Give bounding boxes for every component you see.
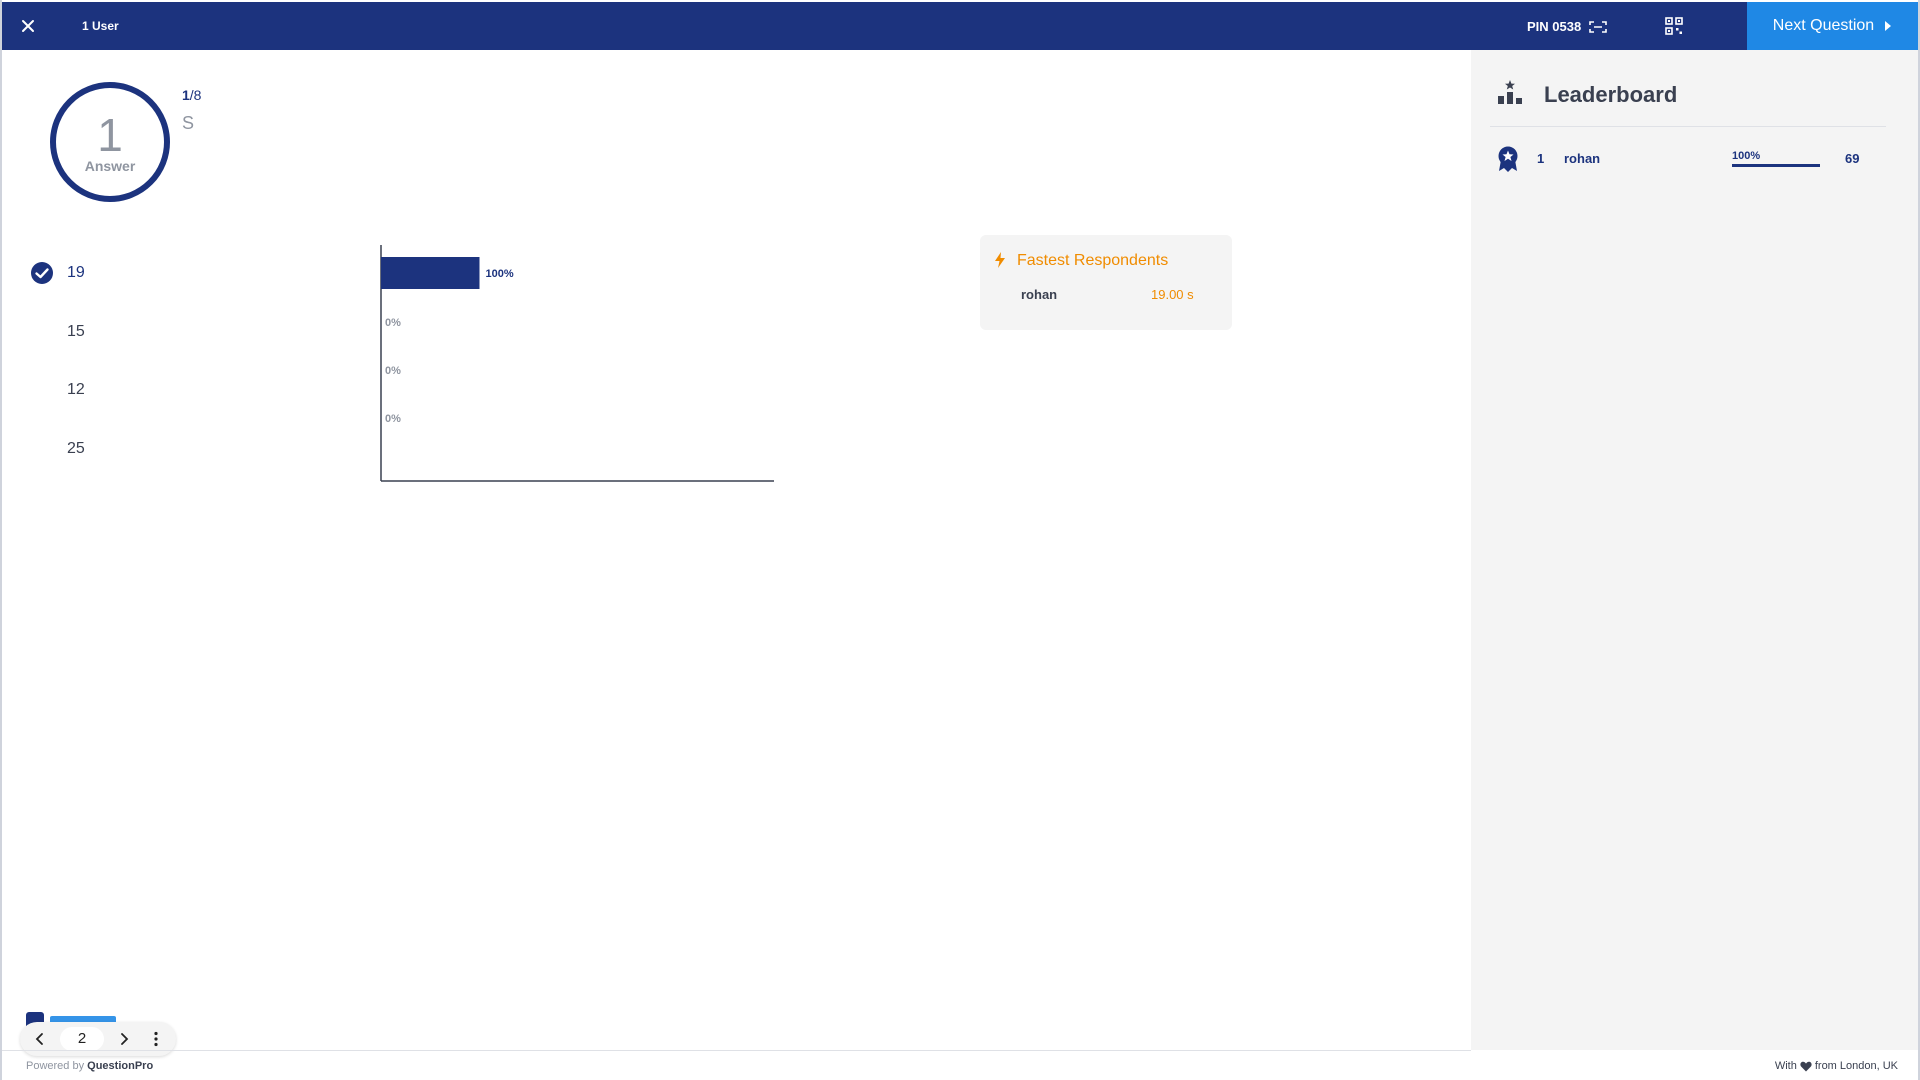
leaderboard-percent: 100% (1732, 150, 1761, 162)
fullscreen-icon[interactable] (1589, 20, 1608, 33)
next-question-label: Next Question (1772, 17, 1875, 34)
powered-prefix: Powered by (26, 1060, 88, 1072)
leaderboard-progress-bar (1732, 164, 1820, 167)
answer-count-ring: 1 Answer (50, 82, 170, 202)
chart-bar-value-label: 0% (385, 317, 401, 329)
question-counter: 1/8 (182, 87, 201, 103)
pin-label: PIN 0538 (1527, 19, 1582, 34)
more-vertical-icon[interactable] (146, 1029, 166, 1049)
heart-icon (1800, 1061, 1812, 1071)
option-label: 25 (67, 440, 85, 457)
chart-bar-value-label: 100% (486, 268, 514, 280)
podium-icon (1498, 80, 1522, 104)
powered-brand: QuestionPro (87, 1060, 154, 1072)
leaderboard-rank: 1 (1537, 151, 1545, 166)
chart-bar-value-label: 0% (385, 413, 401, 425)
leaderboard-panel (1471, 50, 1918, 1050)
caret-right-icon (1885, 21, 1892, 31)
respondent-name: rohan (1021, 287, 1058, 302)
correct-check-icon (31, 262, 53, 284)
top-bar: 1 User PIN 0538 Next Question (2, 2, 1918, 50)
fastest-respondents-card: Fastest Respondents rohan 19.00 s (980, 235, 1232, 330)
next-question-button[interactable]: Next Question (1747, 2, 1918, 50)
leaderboard-name: rohan (1564, 151, 1601, 166)
response-bar-chart: 100% 0% 0% 0% (380, 245, 774, 482)
chevron-left-icon[interactable] (30, 1029, 50, 1049)
close-icon[interactable] (16, 14, 40, 38)
made-with-love: With from London, UK (1775, 1060, 1898, 1072)
option-label: 19 (67, 264, 85, 281)
footer-divider (2, 1050, 1471, 1051)
option-row: 15 (30, 317, 230, 347)
qr-code-icon[interactable] (1664, 16, 1684, 36)
leaderboard-divider (1490, 126, 1886, 127)
option-row: 25 (30, 434, 230, 464)
pin-display[interactable]: PIN 0538 (1527, 19, 1608, 34)
fastest-respondents-title: Fastest Respondents (1017, 252, 1169, 269)
chevron-right-icon[interactable] (114, 1029, 134, 1049)
leaderboard-title: Leaderboard (1544, 82, 1678, 107)
leaderboard-score: 69 (1845, 151, 1860, 166)
question-text: S (182, 113, 195, 133)
respondent-time: 19.00 s (1151, 287, 1194, 302)
leaderboard-row: 1 rohan 100% 69 (1497, 144, 1887, 174)
answer-label: Answer (84, 158, 136, 174)
user-count: 1 User (82, 19, 119, 33)
powered-by: Powered by QuestionPro (26, 1060, 153, 1072)
page-number[interactable]: 2 (60, 1027, 104, 1051)
option-label: 15 (67, 323, 85, 340)
answer-count: 1 (97, 109, 123, 161)
chart-bar-value-label: 0% (385, 365, 401, 377)
option-label: 12 (67, 381, 85, 398)
chart-bar (381, 257, 480, 289)
question-total: /8 (189, 87, 202, 103)
option-row: 12 (30, 375, 230, 405)
lightning-icon (995, 252, 1005, 268)
love-prefix: With (1774, 1060, 1797, 1072)
love-suffix: from London, UK (1814, 1060, 1898, 1072)
option-row: 19 (30, 258, 230, 288)
rank-badge-icon (1498, 146, 1518, 172)
question-current: 1 (182, 87, 190, 103)
